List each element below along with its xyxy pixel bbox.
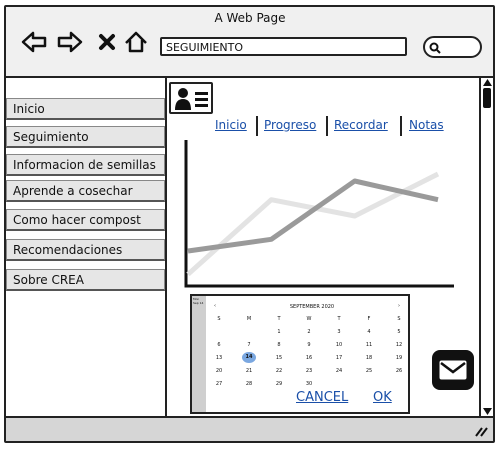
tab-notas[interactable]: Notas [409, 118, 444, 132]
calendar-day[interactable]: 9 [302, 342, 316, 348]
home-button[interactable] [122, 28, 150, 56]
calendar-day[interactable]: 11 [362, 342, 376, 348]
calendar-day[interactable]: 27 [212, 381, 226, 387]
sidebar-item-informacion-semillas[interactable]: Informacion de semillas [6, 154, 165, 176]
search-field[interactable] [423, 36, 482, 58]
calendar-weekday: F [367, 316, 371, 322]
sidebar-item-inicio[interactable]: Inicio [6, 98, 165, 120]
progress-chart [184, 140, 454, 288]
sidebar-item-aprende-cosechar[interactable]: Aprende a cosechar [6, 180, 165, 202]
next-month-button[interactable]: › [398, 303, 400, 309]
scroll-up-arrow-icon[interactable] [483, 79, 492, 86]
vertical-scrollbar[interactable] [479, 78, 493, 416]
prev-month-button[interactable]: ‹ [214, 303, 216, 309]
scroll-down-arrow-icon[interactable] [483, 408, 492, 415]
calendar-weekday: T [277, 316, 281, 322]
calendar-day[interactable]: 18 [362, 355, 376, 361]
date-picker-header: Mon Sep 14 [192, 296, 206, 412]
sidebar-item-sobre-crea[interactable]: Sobre CREA [6, 269, 165, 291]
tab-recordar[interactable]: Recordar [334, 118, 388, 132]
back-arrow-icon [21, 31, 47, 53]
forward-button[interactable] [56, 28, 84, 56]
calendar-day[interactable]: 26 [392, 368, 406, 374]
calendar-weekday: S [397, 316, 401, 322]
calendar-month-label: SEPTEMBER 2020 [289, 304, 335, 310]
calendar-day[interactable]: 10 [332, 342, 346, 348]
close-icon [99, 34, 115, 50]
calendar-day[interactable]: 5 [392, 329, 406, 335]
calendar-day[interactable]: 15 [272, 355, 286, 361]
url-input[interactable]: SEGUIMIENTO [160, 37, 407, 56]
cancel-button[interactable]: CANCEL [296, 390, 348, 405]
calendar-day[interactable]: 21 [242, 368, 256, 374]
chart-axes [184, 140, 454, 288]
calendar-weekday: S [217, 316, 221, 322]
calendar-day[interactable]: 6 [212, 342, 226, 348]
calendar-day[interactable]: 16 [302, 355, 316, 361]
calendar-day[interactable]: 29 [272, 381, 286, 387]
date-picker-date: Sep 14 [193, 301, 204, 305]
calendar-day[interactable]: 13 [212, 355, 226, 361]
back-button[interactable] [20, 28, 48, 56]
calendar-day[interactable]: 8 [272, 342, 286, 348]
calendar-weekday: M [246, 316, 252, 322]
tab-separator [326, 116, 328, 136]
forward-arrow-icon [57, 31, 83, 53]
calendar-weekday: W [306, 316, 312, 322]
calendar-day[interactable]: 30 [302, 381, 316, 387]
calendar-day[interactable]: 23 [302, 368, 316, 374]
tab-separator [400, 116, 402, 136]
resize-grip-icon[interactable] [474, 425, 488, 437]
calendar-day[interactable]: 1 [272, 329, 286, 335]
scroll-thumb[interactable] [483, 88, 491, 108]
profile-button[interactable] [169, 82, 213, 114]
sidebar-item-recomendaciones[interactable]: Recomendaciones [6, 239, 165, 261]
search-icon [429, 42, 441, 54]
tab-progreso[interactable]: Progreso [264, 118, 316, 132]
calendar-day[interactable]: 28 [242, 381, 256, 387]
calendar-day[interactable]: 24 [332, 368, 346, 374]
ok-button[interactable]: OK [373, 390, 392, 405]
calendar-day-selected[interactable]: 14 [242, 352, 256, 363]
calendar-day[interactable]: 17 [332, 355, 346, 361]
date-picker: Mon Sep 14 ‹ › SEPTEMBER 2020 SMTWTFS123… [190, 294, 410, 414]
calendar-day[interactable]: 20 [212, 368, 226, 374]
calendar-day[interactable]: 25 [362, 368, 376, 374]
calendar-day[interactable]: 12 [392, 342, 406, 348]
calendar-day[interactable]: 3 [332, 329, 346, 335]
tab-inicio[interactable]: Inicio [215, 118, 247, 132]
stop-button[interactable] [93, 28, 121, 56]
tab-separator [256, 116, 258, 136]
calendar-day[interactable]: 22 [272, 368, 286, 374]
email-button[interactable] [432, 350, 474, 390]
status-bar [6, 416, 493, 441]
home-icon [125, 31, 147, 53]
sidebar-item-seguimiento[interactable]: Seguimiento [6, 126, 165, 148]
envelope-icon [439, 360, 467, 380]
calendar-day[interactable]: 2 [302, 329, 316, 335]
calendar-day[interactable]: 19 [392, 355, 406, 361]
window-title: A Web Page [214, 11, 286, 25]
calendar-day[interactable]: 4 [362, 329, 376, 335]
calendar-day[interactable]: 7 [242, 342, 256, 348]
sidebar-item-compost[interactable]: Como hacer compost [6, 209, 165, 231]
contact-card-icon [175, 88, 208, 110]
calendar-weekday: T [337, 316, 341, 322]
